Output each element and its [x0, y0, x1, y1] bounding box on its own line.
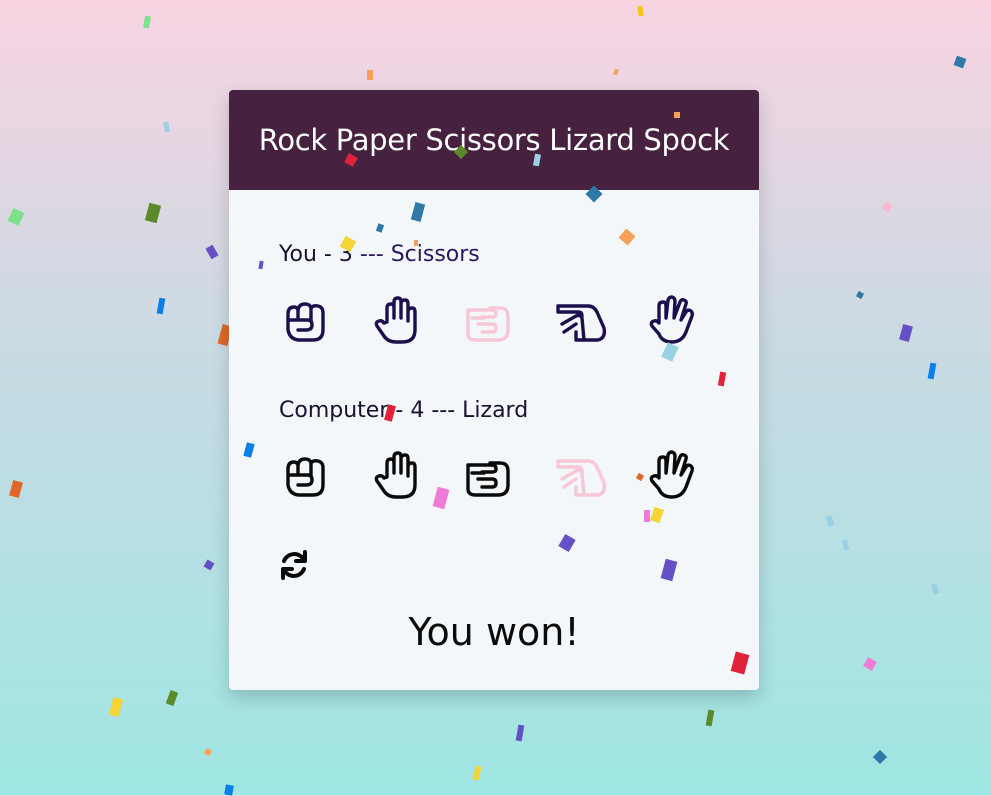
- player-rock-button[interactable]: [277, 293, 333, 349]
- confetti-piece: [414, 240, 418, 246]
- confetti-piece: [863, 657, 877, 671]
- computer-lizard-button: [553, 448, 609, 504]
- confetti-piece: [108, 697, 124, 717]
- confetti-piece: [930, 583, 940, 595]
- computer-label: Computer: [279, 398, 389, 423]
- game-card: Rock Paper Scissors Lizard Spock You - 3…: [229, 90, 759, 690]
- reset-button[interactable]: [277, 548, 311, 582]
- lizard-hand-icon: [556, 304, 607, 342]
- player-paper-button[interactable]: [369, 293, 425, 349]
- confetti-piece: [7, 208, 25, 226]
- fist-icon: [286, 302, 325, 342]
- player-choices: [277, 293, 701, 349]
- computer-paper-button: [369, 448, 425, 504]
- computer-spock-button: [645, 448, 701, 504]
- confetti-piece: [674, 112, 680, 118]
- player-spock-button[interactable]: [645, 293, 701, 349]
- confetti-piece: [9, 479, 23, 499]
- confetti-piece: [144, 202, 162, 224]
- open-hand-icon: [374, 296, 417, 344]
- computer-score: 4: [410, 398, 425, 423]
- card-header: Rock Paper Scissors Lizard Spock: [229, 90, 759, 190]
- confetti-piece: [881, 201, 893, 213]
- confetti-piece: [825, 515, 835, 527]
- confetti-piece: [927, 362, 937, 380]
- confetti-piece: [203, 559, 215, 571]
- confetti-piece: [367, 70, 373, 80]
- confetti-piece: [872, 749, 888, 765]
- computer-score-line: Computer - 4 --- Lizard: [279, 398, 529, 423]
- spock-hand-icon: [649, 450, 695, 499]
- confetti-piece: [841, 539, 849, 551]
- confetti-piece: [636, 5, 644, 17]
- computer-scissors-button: [461, 448, 517, 504]
- result-message: You won!: [408, 610, 580, 654]
- lizard-hand-icon: [556, 459, 607, 497]
- confetti-piece: [224, 784, 234, 796]
- confetti-piece: [162, 121, 170, 133]
- confetti-piece: [205, 244, 219, 260]
- player-scissors-button[interactable]: [461, 293, 517, 349]
- scissors-hand-icon: [466, 306, 510, 342]
- confetti-piece: [899, 323, 913, 343]
- confetti-piece: [705, 709, 715, 727]
- fist-icon: [286, 457, 325, 497]
- confetti-piece: [613, 68, 619, 76]
- confetti-piece: [472, 765, 482, 781]
- confetti-piece: [203, 747, 213, 757]
- game-title: Rock Paper Scissors Lizard Spock: [258, 123, 730, 157]
- confetti-piece: [644, 510, 650, 522]
- player-label: You: [279, 242, 317, 267]
- confetti-piece: [156, 297, 166, 315]
- scissors-hand-icon: [466, 461, 510, 497]
- computer-rock-button: [277, 448, 333, 504]
- computer-choice: Lizard: [462, 398, 529, 423]
- confetti-piece: [165, 690, 179, 706]
- player-score-line: You - 3 --- Scissors: [279, 242, 480, 267]
- confetti-piece: [143, 15, 151, 29]
- confetti-piece: [855, 290, 865, 300]
- open-hand-icon: [374, 451, 417, 499]
- confetti-piece: [953, 55, 967, 69]
- confetti-piece: [515, 724, 525, 742]
- refresh-icon: [281, 550, 307, 580]
- spock-hand-icon: [649, 295, 695, 344]
- player-choice: Scissors: [390, 242, 480, 267]
- player-lizard-button[interactable]: [553, 293, 609, 349]
